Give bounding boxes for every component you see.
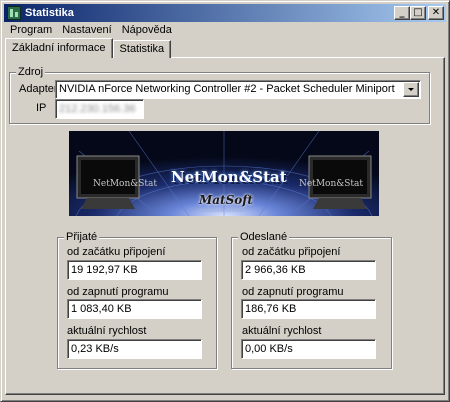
sent-since-connect-value: 2 966,36 KB	[245, 264, 306, 276]
ip-field[interactable]: 212.230.156.36	[55, 99, 144, 119]
chevron-down-icon[interactable]	[403, 82, 419, 97]
title-bar[interactable]: Statistika _ □ ✕	[4, 4, 446, 22]
tab-strip: Základní informace Statistika	[5, 38, 172, 58]
adapter-label: Adapter	[19, 83, 58, 95]
sent-group-label: Odeslané	[238, 231, 290, 243]
window-controls: _ □ ✕	[394, 6, 444, 20]
banner-title: NetMon&Stat	[171, 168, 287, 186]
received-since-connect-value: 19 192,97 KB	[71, 264, 138, 276]
received-since-start-field[interactable]: 1 083,40 KB	[67, 299, 202, 319]
close-button[interactable]: ✕	[428, 6, 444, 20]
menu-program[interactable]: Program	[5, 23, 57, 39]
received-since-connect-label: od začátku připojení	[67, 246, 166, 258]
tab-statistika[interactable]: Statistika	[112, 40, 172, 58]
app-icon[interactable]	[7, 6, 21, 20]
sent-speed-label: aktuální rychlost	[242, 325, 322, 337]
window-title: Statistika	[25, 7, 74, 19]
received-group-label: Přijaté	[64, 231, 100, 243]
sent-since-start-label: od zapnutí programu	[242, 286, 344, 298]
source-group-label: Zdroj	[16, 66, 46, 78]
sent-since-connect-field[interactable]: 2 966,36 KB	[241, 260, 376, 280]
matsoft-logo: MatSoft	[199, 193, 253, 207]
received-since-connect-field[interactable]: 19 192,97 KB	[67, 260, 202, 280]
received-speed-value: 0,23 KB/s	[71, 343, 119, 355]
banner-title-left: NetMon&Stat	[93, 179, 158, 189]
statistika-window: Statistika _ □ ✕ Program Nastavení Nápov…	[0, 0, 450, 402]
sent-since-start-field[interactable]: 186,76 KB	[241, 299, 376, 319]
received-speed-field[interactable]: 0,23 KB/s	[67, 339, 202, 359]
banner-title-right: NetMon&Stat	[299, 179, 364, 189]
sent-since-start-value: 186,76 KB	[245, 303, 297, 315]
banner-subtitle: Motoubek Softwaro	[199, 208, 248, 214]
received-since-start-value: 1 083,40 KB	[71, 303, 132, 315]
menu-napoveda[interactable]: Nápověda	[117, 23, 177, 39]
ip-label: IP	[36, 102, 47, 114]
sent-since-connect-label: od začátku připojení	[242, 246, 341, 258]
received-speed-label: aktuální rychlost	[67, 325, 147, 337]
ip-value: 212.230.156.36	[59, 103, 136, 115]
minimize-button[interactable]: _	[394, 6, 410, 20]
adapter-select-value: NVIDIA nForce Networking Controller #2 -…	[59, 83, 395, 95]
received-since-start-label: od zapnutí programu	[67, 286, 169, 298]
menu-bar: Program Nastavení Nápověda	[5, 23, 177, 39]
sent-speed-value: 0,00 KB/s	[245, 343, 293, 355]
tab-zakladni-informace[interactable]: Základní informace	[5, 38, 113, 58]
maximize-button[interactable]: □	[410, 6, 426, 20]
sent-speed-field[interactable]: 0,00 KB/s	[241, 339, 376, 359]
adapter-select[interactable]: NVIDIA nForce Networking Controller #2 -…	[55, 80, 421, 99]
menu-nastaveni[interactable]: Nastavení	[57, 23, 117, 39]
netmon-banner: NetMon&Stat NetMon&Stat NetMon&Stat MatS…	[69, 131, 379, 216]
